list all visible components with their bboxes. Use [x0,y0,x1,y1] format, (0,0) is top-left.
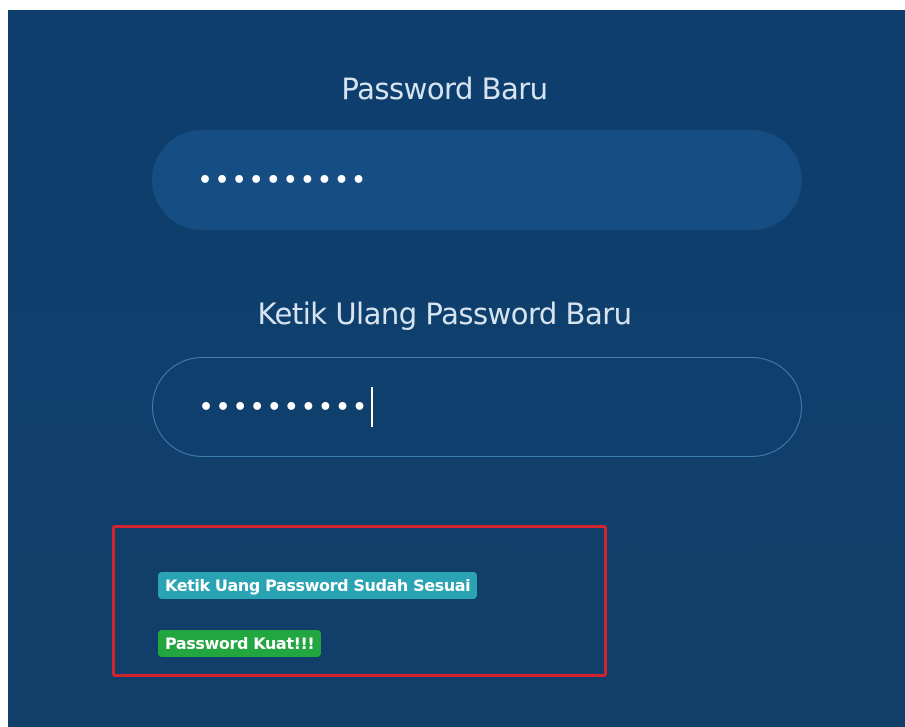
validation-status-highlight: Ketik Uang Password Sudah Sesuai Passwor… [112,525,607,677]
password-form-panel: Password Baru •••••••••• Ketik Ulang Pas… [8,10,905,727]
confirm-password-label: Ketik Ulang Password Baru [257,297,632,331]
text-caret [370,387,373,427]
confirm-password-masked-value: •••••••••• [199,394,370,420]
new-password-masked-value: •••••••••• [198,167,369,193]
new-password-input[interactable]: •••••••••• [152,130,802,230]
password-match-badge: Ketik Uang Password Sudah Sesuai [158,572,478,599]
confirm-password-input[interactable]: •••••••••• [152,357,802,457]
password-strength-badge: Password Kuat!!! [158,630,322,657]
new-password-label: Password Baru [341,72,548,106]
